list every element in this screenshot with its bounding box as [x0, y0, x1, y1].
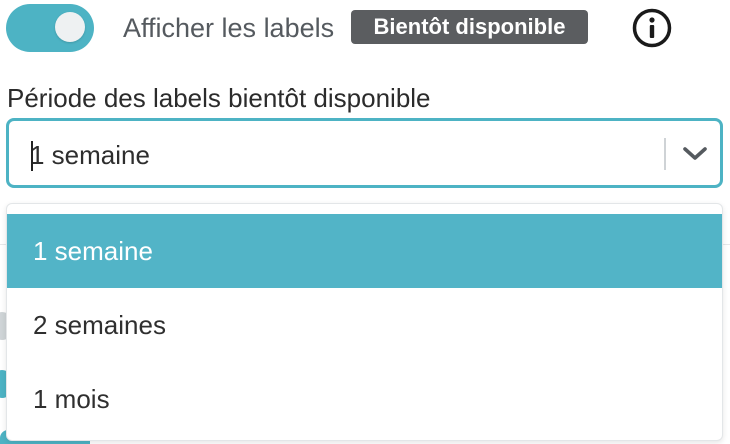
- info-circle-icon[interactable]: [632, 8, 672, 48]
- select-period-label: Période des labels bientôt disponible: [7, 83, 431, 113]
- menu-option-1-semaine[interactable]: 1 semaine: [7, 214, 722, 288]
- period-select[interactable]: 1 semaine: [6, 118, 723, 188]
- show-labels-label: Afficher les labels: [123, 13, 335, 43]
- text-caret: [31, 141, 33, 171]
- toggle-knob: [55, 12, 85, 42]
- show-labels-toggle[interactable]: [6, 4, 94, 52]
- menu-option-2-semaines[interactable]: 2 semaines: [7, 288, 722, 362]
- period-select-value[interactable]: 1 semaine: [30, 138, 150, 172]
- period-dropdown-menu: 1 semaine 2 semaines 1 mois: [6, 203, 723, 441]
- menu-option-1-mois[interactable]: 1 mois: [7, 362, 722, 436]
- chevron-down-icon[interactable]: [681, 142, 709, 166]
- select-separator: [664, 138, 666, 170]
- coming-soon-badge: Bientôt disponible: [351, 10, 588, 44]
